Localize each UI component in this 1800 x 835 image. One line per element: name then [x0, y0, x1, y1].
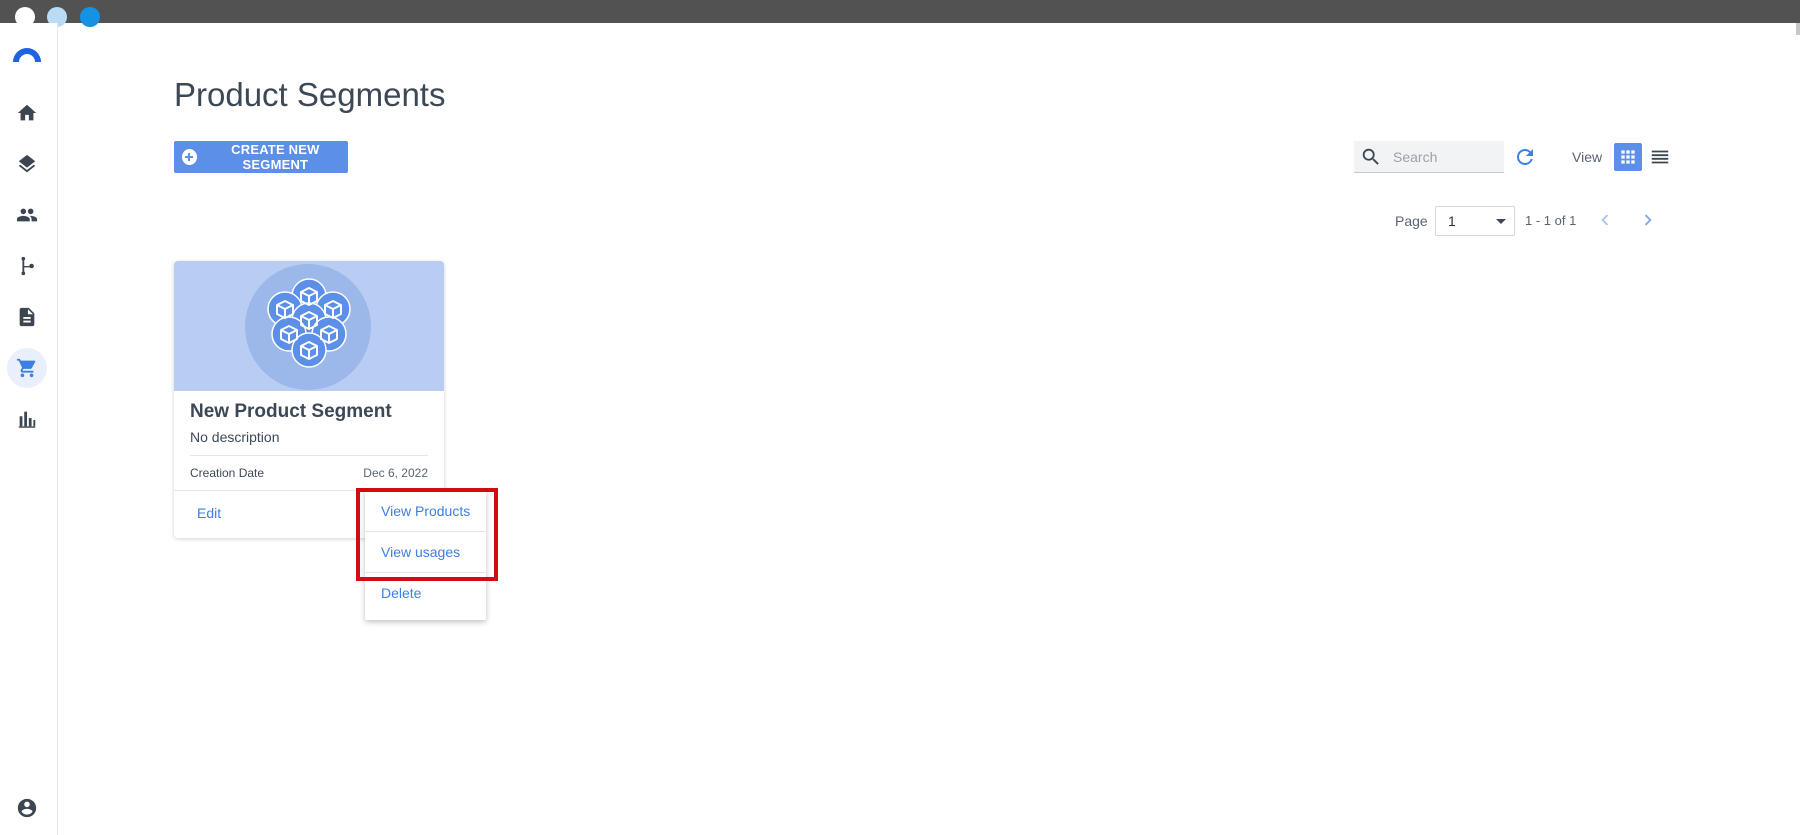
search-input[interactable] [1393, 148, 1493, 165]
creation-date-value: Dec 6, 2022 [363, 466, 428, 480]
list-view-button[interactable] [1646, 143, 1674, 171]
previous-page-button[interactable] [1594, 209, 1616, 231]
sidebar [0, 23, 58, 835]
sidebar-item-flows[interactable] [7, 246, 47, 286]
menu-item-view-usages[interactable]: View usages [365, 531, 486, 572]
sidebar-item-layers[interactable] [7, 144, 47, 184]
add-icon [182, 149, 197, 165]
refresh-icon [1517, 149, 1533, 165]
refresh-button[interactable] [1513, 145, 1537, 169]
segment-actions-menu: View Products View usages Delete [365, 490, 486, 620]
product-cubes-icon [267, 278, 351, 368]
sidebar-item-people[interactable] [7, 195, 47, 235]
next-page-button[interactable] [1637, 209, 1659, 231]
account-circle-icon [17, 798, 37, 818]
menu-item-delete[interactable]: Delete [365, 572, 486, 613]
segment-card-title: New Product Segment [190, 401, 392, 422]
divider [190, 455, 428, 456]
sidebar-item-analytics[interactable] [7, 399, 47, 439]
account-button[interactable] [7, 788, 47, 828]
search-box[interactable] [1354, 141, 1504, 173]
flow-branch-icon [21, 256, 34, 276]
page-select[interactable]: 1 [1435, 206, 1515, 236]
home-icon [17, 104, 37, 121]
sidebar-item-products[interactable] [7, 348, 47, 388]
bar-chart-icon [18, 411, 36, 428]
segment-card-image [174, 261, 444, 391]
page-title: Product Segments [174, 76, 446, 113]
pagination-range: 1 - 1 of 1 [1525, 213, 1577, 228]
sidebar-item-documents[interactable] [7, 297, 47, 337]
page-label: Page [1395, 213, 1428, 229]
create-new-segment-button[interactable]: CREATE NEW SEGMENT [174, 141, 348, 173]
creation-date-label: Creation Date [190, 466, 265, 480]
menu-item-view-products[interactable]: View Products [365, 490, 486, 531]
layers-icon [18, 154, 36, 173]
segment-card-description: No description [190, 429, 280, 445]
sidebar-item-home[interactable] [7, 93, 47, 133]
people-icon [16, 208, 38, 222]
edit-button[interactable]: Edit [197, 505, 221, 521]
page-select-value: 1 [1448, 213, 1456, 229]
chevron-left-icon [1601, 214, 1609, 226]
create-new-segment-label: CREATE NEW SEGMENT [231, 142, 320, 172]
document-icon [19, 307, 35, 327]
grid-icon [1621, 150, 1635, 164]
chevron-right-icon [1644, 214, 1652, 226]
search-icon [1362, 148, 1379, 165]
grid-view-button[interactable] [1614, 143, 1642, 171]
scrollbar[interactable] [1796, 23, 1800, 35]
shopping-cart-icon [16, 358, 36, 378]
list-icon [1651, 150, 1669, 164]
chevron-down-icon [1496, 219, 1506, 224]
window-maximize-button[interactable] [80, 7, 100, 27]
logo-icon[interactable] [11, 42, 43, 62]
window-titlebar [0, 0, 1800, 27]
view-label: View [1572, 149, 1603, 165]
